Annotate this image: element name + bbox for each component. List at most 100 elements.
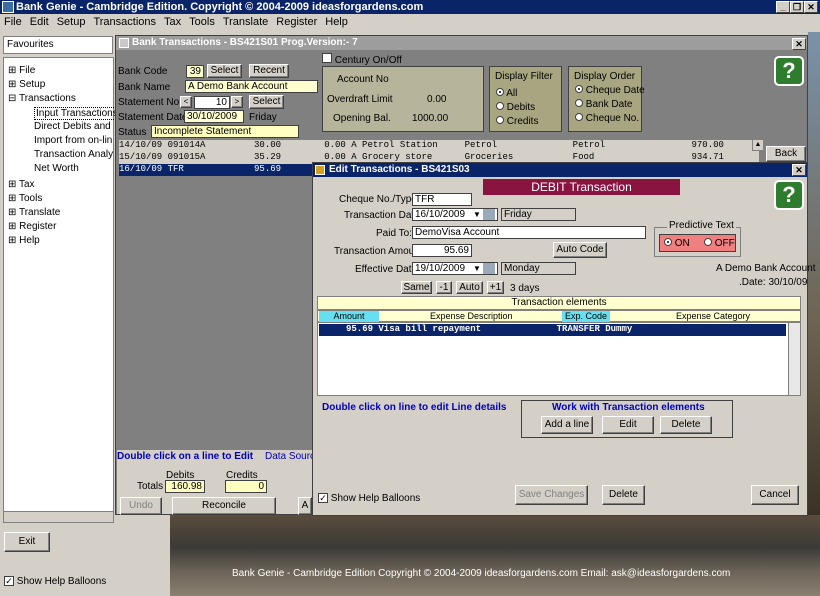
menu-setup[interactable]: Setup xyxy=(57,14,86,31)
close-icon[interactable]: ✕ xyxy=(792,38,806,50)
radio-selected[interactable] xyxy=(664,238,672,246)
tree-item-file[interactable]: ⊞ File xyxy=(8,65,35,76)
show-help-balloons-left[interactable]: ✓ Show Help Balloons xyxy=(4,576,106,587)
radio[interactable] xyxy=(704,238,712,246)
menu-tools[interactable]: Tools xyxy=(189,14,215,31)
checkbox[interactable] xyxy=(322,53,332,63)
bank-code-field[interactable]: 39 xyxy=(186,65,204,78)
tree-label: Direct Debits and xyxy=(34,121,111,132)
recent-button[interactable]: Recent xyxy=(249,64,289,78)
edit-transactions-titlebar: Edit Transactions - BS421S03 xyxy=(313,163,807,177)
calendar-icon[interactable] xyxy=(483,209,495,220)
close-icon[interactable]: ✕ xyxy=(792,164,806,176)
next-statement-button[interactable]: > xyxy=(231,96,243,108)
elements-scrollbar[interactable] xyxy=(788,323,800,395)
status-label: Status xyxy=(118,127,147,138)
opening-balance-label: Opening Bal. xyxy=(333,113,391,124)
display-order-group: Display Order Cheque Date Bank Date Cheq… xyxy=(568,66,645,132)
minimize-button[interactable]: _ xyxy=(776,1,790,13)
same-date-button[interactable]: Same xyxy=(401,281,432,294)
menu-help[interactable]: Help xyxy=(325,14,348,31)
tree-item-setup[interactable]: ⊞ Setup xyxy=(8,79,45,90)
tree-item-import[interactable]: Import from on-lin xyxy=(34,135,112,146)
tree-item-tax[interactable]: ⊞ Tax xyxy=(8,179,35,190)
back-button[interactable]: Back xyxy=(766,146,806,162)
statement-no-field[interactable]: 10 xyxy=(194,96,230,109)
restore-button[interactable]: ❐ xyxy=(790,1,804,13)
tree-item-input-transactions[interactable]: Input Transactions xyxy=(34,107,120,120)
statement-date-field[interactable]: 30/10/2009 xyxy=(184,110,244,123)
transaction-date-field[interactable]: 16/10/2009 ▼ xyxy=(412,208,498,221)
tree-label: Import from on-lin xyxy=(34,135,113,146)
auto-code-button[interactable]: Auto Code xyxy=(553,242,607,258)
bank-name-field[interactable]: A Demo Bank Account xyxy=(185,80,318,93)
order-cheque-no[interactable]: Cheque No. xyxy=(575,113,639,124)
menu-edit[interactable]: Edit xyxy=(30,14,49,31)
tree-item-net-worth[interactable]: Net Worth xyxy=(34,163,79,174)
order-bank-date[interactable]: Bank Date xyxy=(575,99,632,110)
tree-item-transaction-analysis[interactable]: Transaction Analy xyxy=(34,149,113,160)
predictive-on[interactable]: ON xyxy=(664,238,690,249)
order-cheque-date[interactable]: Cheque Date xyxy=(575,85,645,96)
tree-item-help[interactable]: ⊞ Help xyxy=(8,235,40,246)
transaction-amount-label: Transaction Amount xyxy=(334,246,423,257)
tree-item-tools[interactable]: ⊞ Tools xyxy=(8,193,42,204)
filter-debits[interactable]: Debits xyxy=(496,102,535,113)
list-item-selected[interactable]: 95.69 Visa bill repayment TRANSFER Dummy xyxy=(319,324,786,336)
plus-one-day-button[interactable]: +1 xyxy=(487,281,504,294)
display-filter-group: Display Filter All Debits Credits xyxy=(489,66,562,132)
undo-button[interactable]: Undo xyxy=(120,497,162,515)
list-scroll-up[interactable]: ▲ xyxy=(752,139,764,151)
prev-statement-button[interactable]: < xyxy=(180,96,192,108)
exit-button[interactable]: Exit xyxy=(4,532,50,552)
chevron-down-icon[interactable]: ▼ xyxy=(473,263,481,275)
menu-tax[interactable]: Tax xyxy=(164,14,181,31)
filter-credits[interactable]: Credits xyxy=(496,116,538,127)
statement-select-button[interactable]: Select xyxy=(249,95,284,109)
radio-label: Bank Date xyxy=(585,99,633,110)
menu-register[interactable]: Register xyxy=(276,14,317,31)
radio-selected[interactable] xyxy=(496,88,504,96)
predictive-off[interactable]: OFF xyxy=(704,238,735,249)
radio[interactable] xyxy=(496,102,504,110)
tree-item-direct-debits[interactable]: Direct Debits and xyxy=(34,121,111,132)
a-button[interactable]: A xyxy=(298,497,312,515)
tree-item-transactions[interactable]: ⊟ Transactions xyxy=(8,93,76,104)
filter-all[interactable]: All xyxy=(496,88,517,99)
bank-select-button[interactable]: Select xyxy=(207,64,242,78)
radio[interactable] xyxy=(496,116,504,124)
paid-to-field[interactable]: DemoVisa Account xyxy=(412,226,646,239)
checkbox-checked[interactable]: ✓ xyxy=(4,576,14,586)
auto-date-button[interactable]: Auto xyxy=(456,281,483,294)
checkbox-checked[interactable]: ✓ xyxy=(318,493,328,503)
century-toggle[interactable]: Century On/Off xyxy=(322,53,402,66)
reconcile-button[interactable]: Reconcile xyxy=(172,497,276,515)
chevron-down-icon[interactable]: ▼ xyxy=(473,209,481,221)
menu-transactions[interactable]: Transactions xyxy=(93,14,156,31)
delete-line-button[interactable]: Delete xyxy=(660,416,712,434)
help-icon[interactable]: ? xyxy=(774,56,804,86)
table-row[interactable]: 14/10/09 091014A 30.00 0.00 A Petrol Sta… xyxy=(119,140,759,152)
add-line-button[interactable]: Add a line xyxy=(541,416,593,434)
radio-selected[interactable] xyxy=(575,85,583,93)
save-changes-button[interactable]: Save Changes xyxy=(515,485,588,505)
minus-one-day-button[interactable]: -1 xyxy=(436,281,452,294)
tree-item-register[interactable]: ⊞ Register xyxy=(8,221,56,232)
effective-date-field[interactable]: 19/10/2009 ▼ xyxy=(412,262,498,275)
favourites-field[interactable]: Favourites xyxy=(3,36,113,54)
cheque-type-field[interactable]: TFR xyxy=(412,193,472,206)
calendar-icon[interactable] xyxy=(483,263,495,274)
help-icon[interactable]: ? xyxy=(774,180,804,210)
tree-horizontal-scrollbar[interactable] xyxy=(3,511,114,523)
menu-translate[interactable]: Translate xyxy=(223,14,268,31)
radio[interactable] xyxy=(575,99,583,107)
tree-item-translate[interactable]: ⊞ Translate xyxy=(8,207,60,218)
close-button[interactable]: ✕ xyxy=(804,1,818,13)
edit-line-button[interactable]: Edit xyxy=(602,416,654,434)
cancel-button[interactable]: Cancel xyxy=(751,485,799,505)
menu-file[interactable]: File xyxy=(4,14,22,31)
delete-transaction-button[interactable]: Delete xyxy=(602,485,645,505)
show-help-balloons-edit[interactable]: ✓ Show Help Balloons xyxy=(318,493,420,504)
transaction-amount-field[interactable]: 95.69 xyxy=(412,244,472,257)
radio[interactable] xyxy=(575,113,583,121)
